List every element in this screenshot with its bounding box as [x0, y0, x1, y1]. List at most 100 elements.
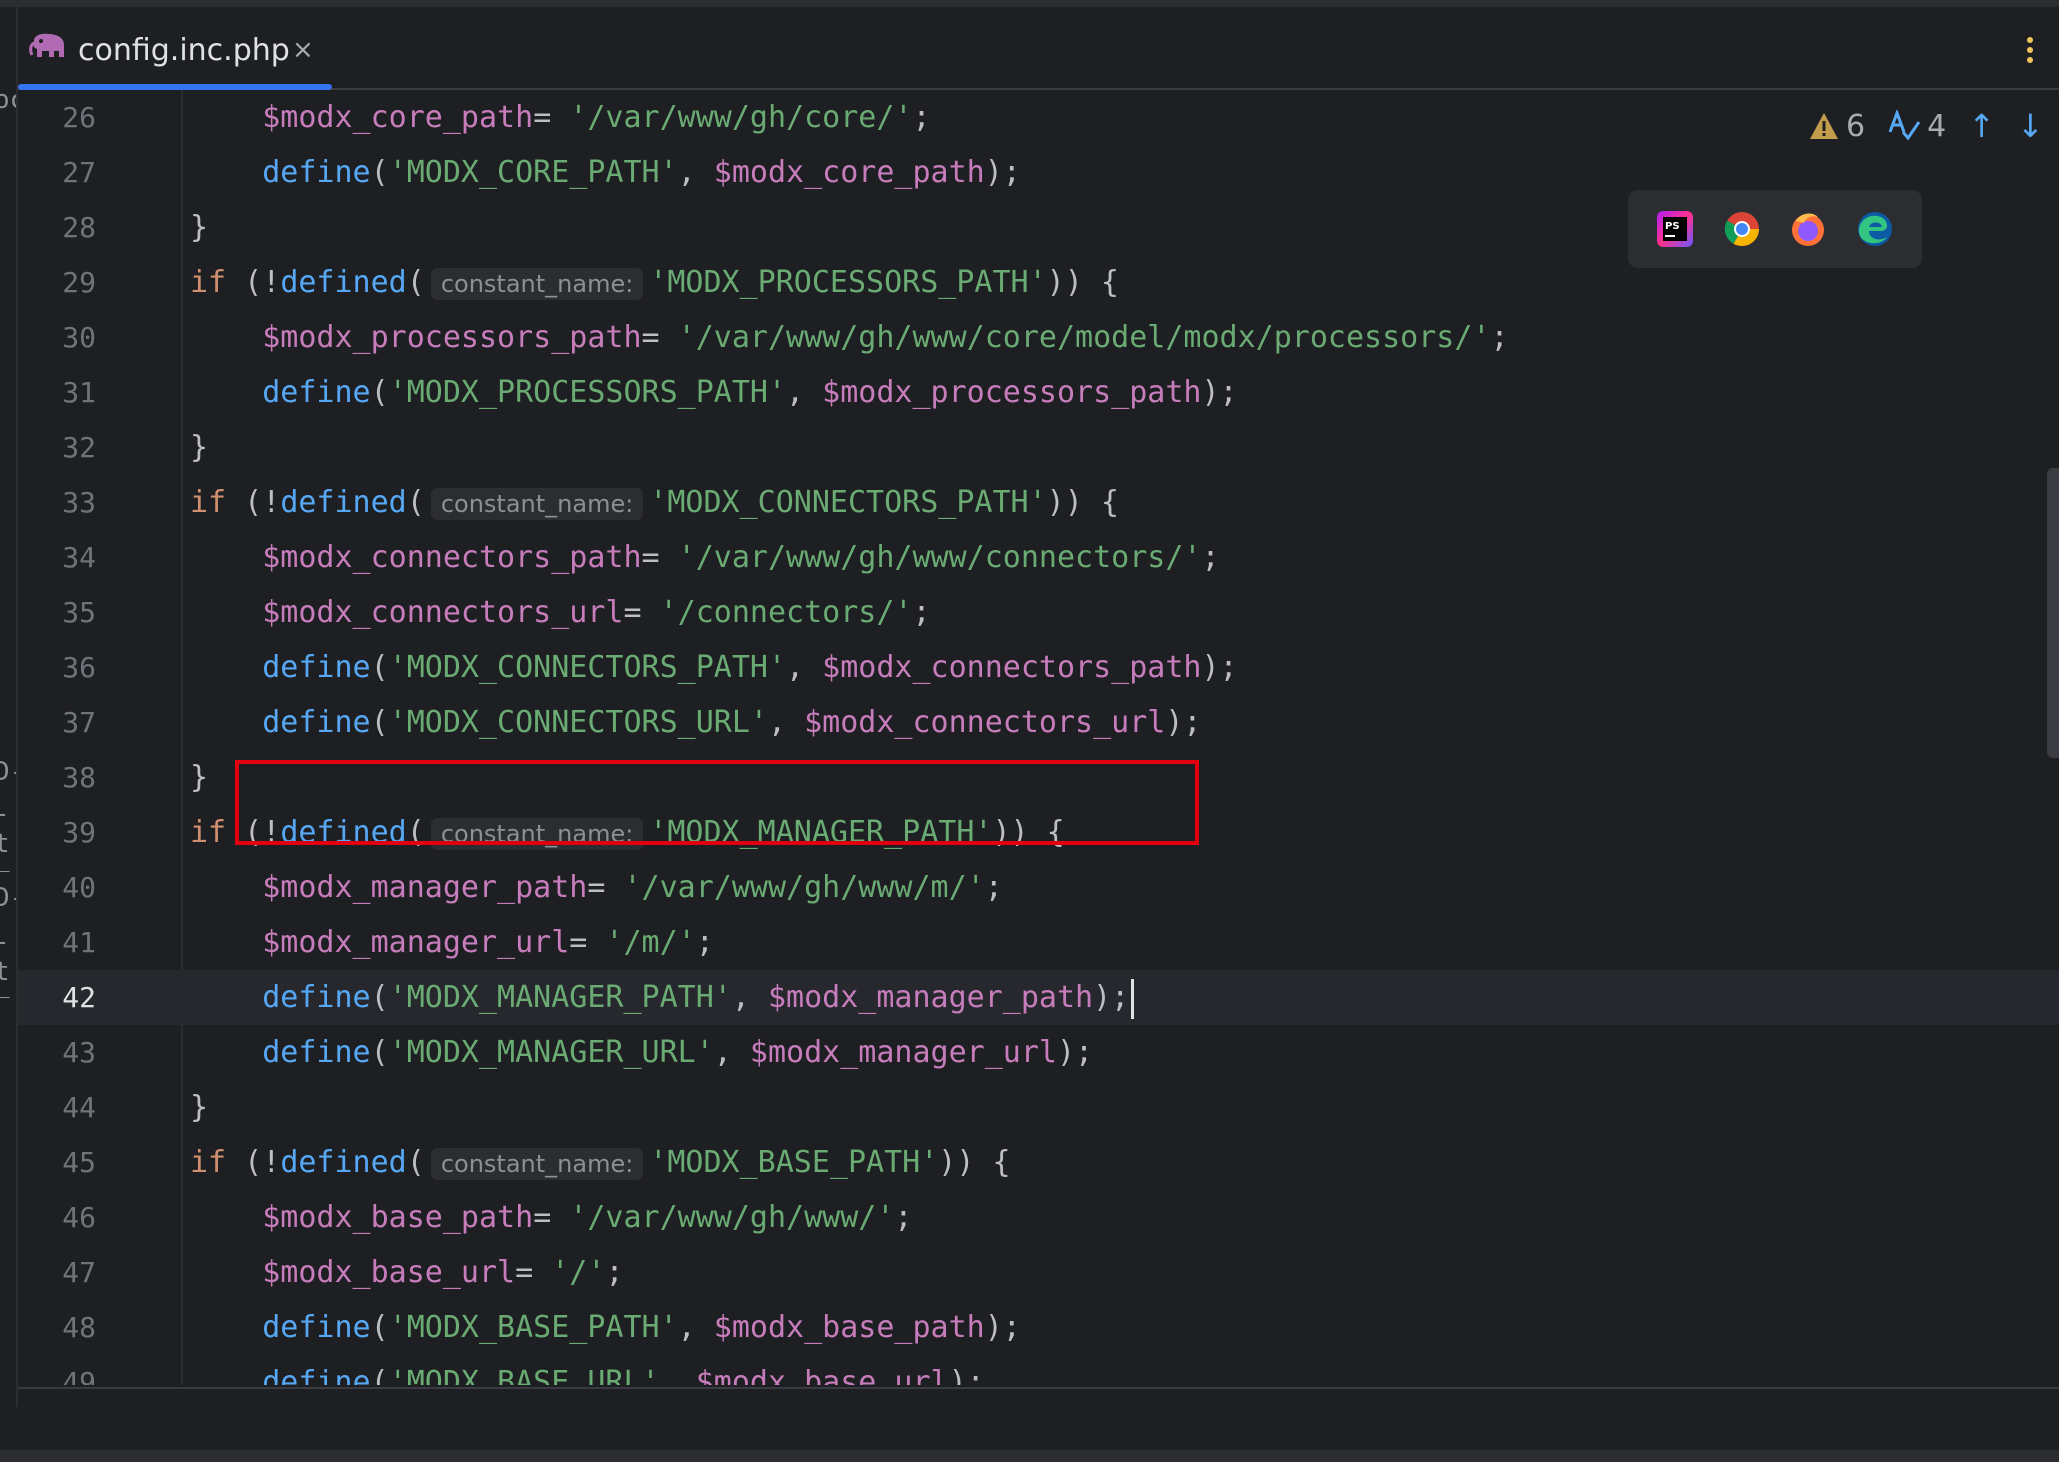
- code-line[interactable]: 38}: [18, 750, 2059, 805]
- code-line[interactable]: 43 define('MODX_MANAGER_URL', $modx_mana…: [18, 1025, 2059, 1080]
- code-text[interactable]: $modx_core_path= '/var/www/gh/core/';: [190, 90, 930, 145]
- line-number[interactable]: 28: [18, 200, 96, 255]
- code-line[interactable]: 33 if (!defined(constant_name: 'MODX_CONNE…: [18, 475, 2059, 530]
- code-line[interactable]: 39 if (!defined(constant_name: 'MODX_MANAG…: [18, 805, 2059, 860]
- line-number[interactable]: 39: [18, 805, 96, 860]
- code-text[interactable]: define('MODX_CORE_PATH', $modx_core_path…: [190, 145, 1021, 200]
- code-token: $modx_base_url: [262, 1255, 516, 1290]
- line-number[interactable]: 42: [18, 970, 96, 1025]
- code-line[interactable]: 46 $modx_base_path= '/var/www/gh/www/';: [18, 1190, 2059, 1245]
- code-line[interactable]: 44}: [18, 1080, 2059, 1135]
- code-token: ;: [984, 870, 1003, 905]
- next-highlight-arrow-icon[interactable]: ↓: [2017, 107, 2044, 145]
- line-number[interactable]: 31: [18, 365, 96, 420]
- code-text[interactable]: define('MODX_CONNECTORS_PATH', $modx_con…: [190, 640, 1237, 695]
- code-line[interactable]: 47 $modx_base_url= '/';: [18, 1245, 2059, 1300]
- warnings-indicator[interactable]: 6: [1808, 109, 1865, 144]
- code-editor[interactable]: 26 $modx_core_path= '/var/www/gh/core/';…: [18, 90, 2059, 1385]
- previous-highlight-arrow-icon[interactable]: ↑: [1968, 107, 1995, 145]
- line-number[interactable]: 30: [18, 310, 96, 365]
- tab-close-icon[interactable]: ×: [292, 35, 314, 65]
- line-number[interactable]: 48: [18, 1300, 96, 1355]
- code-text[interactable]: $modx_processors_path= '/var/www/gh/www/…: [190, 310, 1509, 365]
- line-number[interactable]: 33: [18, 475, 96, 530]
- code-line[interactable]: 49 define('MODX_BASE_URL', $modx_base_ur…: [18, 1355, 2059, 1385]
- code-token: $modx_core_path: [713, 155, 985, 190]
- code-token: (: [370, 375, 389, 410]
- code-line[interactable]: 37 define('MODX_CONNECTORS_URL', $modx_c…: [18, 695, 2059, 750]
- code-text[interactable]: $modx_base_url= '/';: [190, 1245, 624, 1300]
- code-text[interactable]: $modx_connectors_url= '/connectors/';: [190, 585, 930, 640]
- line-number[interactable]: 45: [18, 1135, 96, 1190]
- code-token: ;: [1490, 320, 1509, 355]
- more-options-icon[interactable]: [2025, 37, 2035, 69]
- line-number[interactable]: 38: [18, 750, 96, 805]
- code-line[interactable]: 26 $modx_core_path= '/var/www/gh/core/';: [18, 90, 2059, 145]
- line-number[interactable]: 26: [18, 90, 96, 145]
- line-number[interactable]: 41: [18, 915, 96, 970]
- code-line[interactable]: 45 if (!defined(constant_name: 'MODX_BASE_…: [18, 1135, 2059, 1190]
- code-line[interactable]: 36 define('MODX_CONNECTORS_PATH', $modx_…: [18, 640, 2059, 695]
- edge-icon[interactable]: [1855, 209, 1895, 249]
- line-number[interactable]: 43: [18, 1025, 96, 1080]
- code-token: '/m/': [605, 925, 696, 960]
- line-number[interactable]: 27: [18, 145, 96, 200]
- vertical-scrollbar[interactable]: [2047, 468, 2059, 758]
- code-text[interactable]: if (!defined(constant_name: 'MODX_BASE_PA…: [190, 1135, 1011, 1192]
- code-text[interactable]: }: [190, 420, 208, 475]
- code-text[interactable]: if (!defined(constant_name: 'MODX_CONNECT…: [190, 475, 1119, 532]
- code-line[interactable]: 42 define('MODX_MANAGER_PATH', $modx_man…: [18, 970, 2059, 1025]
- code-text[interactable]: define('MODX_MANAGER_PATH', $modx_manage…: [190, 970, 1135, 1025]
- code-line[interactable]: 41 $modx_manager_url= '/m/';: [18, 915, 2059, 970]
- code-text[interactable]: define('MODX_PROCESSORS_PATH', $modx_pro…: [190, 365, 1237, 420]
- line-number[interactable]: 46: [18, 1190, 96, 1245]
- php-elephant-icon: [29, 33, 64, 57]
- line-number[interactable]: 37: [18, 695, 96, 750]
- code-text[interactable]: }: [190, 200, 208, 255]
- code-token: '/connectors/': [659, 595, 913, 630]
- code-text[interactable]: $modx_base_path= '/var/www/gh/www/';: [190, 1190, 912, 1245]
- code-text[interactable]: if (!defined(constant_name: 'MODX_MANAGER…: [190, 805, 1065, 862]
- code-text[interactable]: if (!defined(constant_name: 'MODX_PROCESS…: [190, 255, 1119, 312]
- tab-config-inc-php[interactable]: config.inc.php ×: [18, 7, 332, 90]
- code-text[interactable]: define('MODX_BASE_URL', $modx_base_url);: [190, 1355, 985, 1385]
- code-text[interactable]: define('MODX_CONNECTORS_URL', $modx_conn…: [190, 695, 1201, 750]
- code-text[interactable]: }: [190, 1080, 208, 1135]
- line-number[interactable]: 32: [18, 420, 96, 475]
- firefox-icon[interactable]: [1788, 209, 1828, 249]
- code-line[interactable]: 35 $modx_connectors_url= '/connectors/';: [18, 585, 2059, 640]
- typos-count: 4: [1927, 108, 1947, 144]
- svg-text:PS: PS: [1665, 221, 1680, 232]
- code-text[interactable]: define('MODX_MANAGER_URL', $modx_manager…: [190, 1025, 1093, 1080]
- chrome-icon[interactable]: [1722, 209, 1762, 249]
- code-token: ;: [605, 1255, 624, 1290]
- code-line[interactable]: 34 $modx_connectors_path= '/var/www/gh/w…: [18, 530, 2059, 585]
- line-number[interactable]: 36: [18, 640, 96, 695]
- code-token: define: [262, 1310, 371, 1345]
- code-token: )) {: [1046, 485, 1119, 520]
- code-line[interactable]: 32}: [18, 420, 2059, 475]
- line-number[interactable]: 29: [18, 255, 96, 310]
- code-token: define: [262, 980, 371, 1015]
- code-token: define: [262, 650, 371, 685]
- code-text[interactable]: $modx_connectors_path= '/var/www/gh/www/…: [190, 530, 1219, 585]
- line-number[interactable]: 47: [18, 1245, 96, 1300]
- line-number[interactable]: 40: [18, 860, 96, 915]
- line-number[interactable]: 49: [18, 1355, 96, 1385]
- code-line[interactable]: 40 $modx_manager_path= '/var/www/gh/www/…: [18, 860, 2059, 915]
- code-text[interactable]: $modx_manager_url= '/m/';: [190, 915, 714, 970]
- line-number[interactable]: 44: [18, 1080, 96, 1135]
- code-text[interactable]: $modx_manager_path= '/var/www/gh/www/m/'…: [190, 860, 1003, 915]
- code-line[interactable]: 48 define('MODX_BASE_PATH', $modx_base_p…: [18, 1300, 2059, 1355]
- code-text[interactable]: }: [190, 750, 208, 805]
- code-text[interactable]: define('MODX_BASE_PATH', $modx_base_path…: [190, 1300, 1021, 1355]
- phpstorm-icon[interactable]: PS: [1655, 209, 1695, 249]
- code-line[interactable]: 30 $modx_processors_path= '/var/www/gh/w…: [18, 310, 2059, 365]
- code-line[interactable]: 31 define('MODX_PROCESSORS_PATH', $modx_…: [18, 365, 2059, 420]
- line-number[interactable]: 34: [18, 530, 96, 585]
- line-number[interactable]: 35: [18, 585, 96, 640]
- typos-indicator[interactable]: 4: [1887, 109, 1946, 144]
- inspections-widget[interactable]: 6 4 ↑ ↓: [1808, 106, 2044, 146]
- project-panel-fragment: D-: [0, 883, 16, 913]
